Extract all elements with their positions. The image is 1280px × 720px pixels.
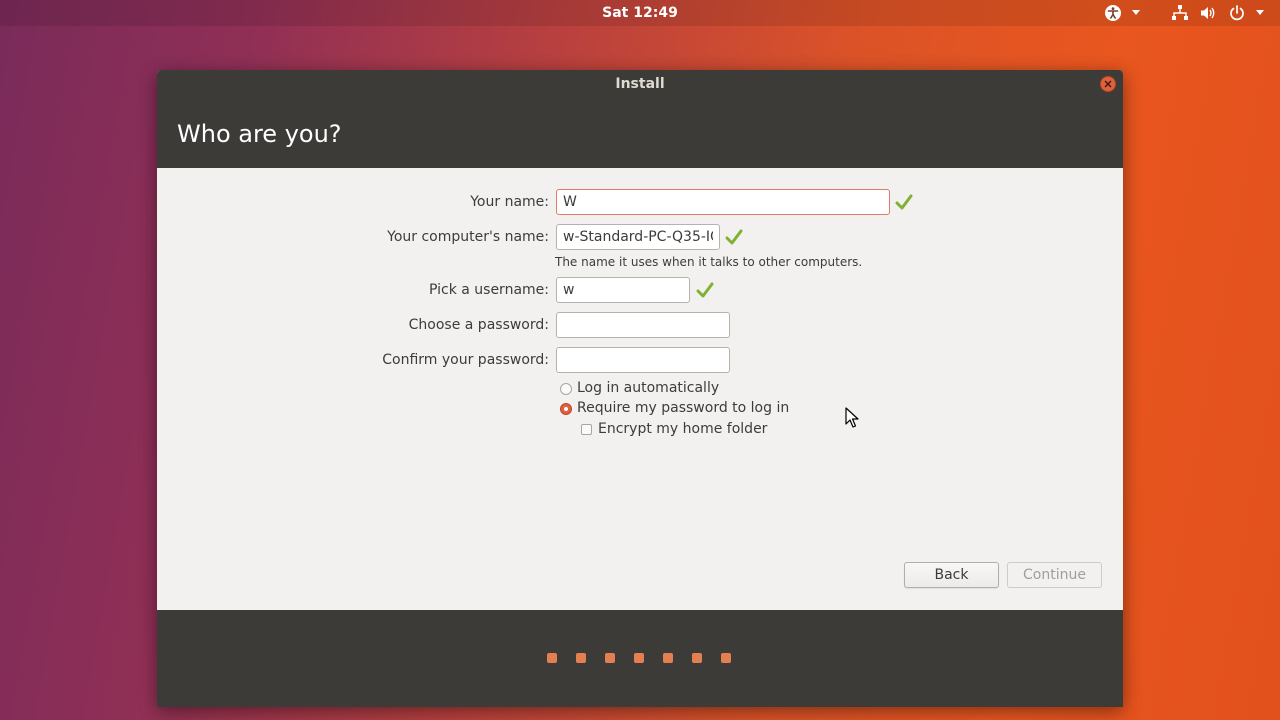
- progress-dot: [576, 653, 586, 663]
- mouse-pointer-icon: [845, 407, 859, 428]
- progress-dot: [692, 653, 702, 663]
- accessibility-icon[interactable]: [1104, 4, 1122, 22]
- auto-login-label[interactable]: Log in automatically: [577, 380, 719, 396]
- clock[interactable]: Sat 12:49: [0, 5, 1280, 21]
- password-label: Choose a password:: [408, 317, 549, 333]
- check-icon: [725, 229, 743, 245]
- chevron-down-icon[interactable]: [1256, 10, 1264, 15]
- your-name-input[interactable]: [556, 189, 890, 215]
- check-icon: [895, 194, 913, 210]
- encrypt-home-label[interactable]: Encrypt my home folder: [598, 421, 767, 437]
- network-icon[interactable]: [1171, 4, 1189, 22]
- confirm-password-label: Confirm your password:: [382, 352, 549, 368]
- window-title: Install: [615, 76, 665, 92]
- auto-login-radio[interactable]: [560, 383, 572, 395]
- your-name-label: Your name:: [470, 194, 549, 210]
- close-icon: [1104, 80, 1112, 88]
- progress-dot: [634, 653, 644, 663]
- page-header: Who are you?: [157, 98, 1123, 168]
- confirm-password-input[interactable]: [556, 347, 730, 373]
- require-password-radio[interactable]: [560, 403, 572, 415]
- continue-button[interactable]: Continue: [1007, 562, 1102, 588]
- progress-dot: [547, 653, 557, 663]
- password-input[interactable]: [556, 312, 730, 338]
- top-panel: Sat 12:49: [0, 0, 1280, 26]
- computer-name-hint: The name it uses when it talks to other …: [555, 255, 863, 269]
- progress-dot: [605, 653, 615, 663]
- computer-name-input[interactable]: [556, 224, 720, 250]
- require-password-label[interactable]: Require my password to log in: [577, 400, 789, 416]
- check-icon: [696, 282, 714, 298]
- progress-footer: [157, 610, 1123, 707]
- encrypt-home-checkbox[interactable]: [581, 424, 592, 435]
- who-are-you-form: Your name: Your computer's name: The nam…: [157, 168, 1123, 610]
- chevron-down-icon[interactable]: [1132, 10, 1140, 15]
- username-label: Pick a username:: [428, 282, 549, 298]
- username-input[interactable]: [556, 277, 690, 303]
- back-button[interactable]: Back: [904, 562, 999, 588]
- computer-name-label: Your computer's name:: [387, 229, 549, 245]
- close-button[interactable]: [1100, 76, 1116, 92]
- power-icon[interactable]: [1228, 4, 1246, 22]
- window-titlebar[interactable]: Install: [157, 70, 1123, 98]
- installer-window: Install Who are you? Your name: Your com…: [157, 70, 1123, 707]
- progress-dot: [663, 653, 673, 663]
- volume-icon[interactable]: [1199, 4, 1217, 22]
- progress-dot: [721, 653, 731, 663]
- page-title: Who are you?: [177, 120, 342, 148]
